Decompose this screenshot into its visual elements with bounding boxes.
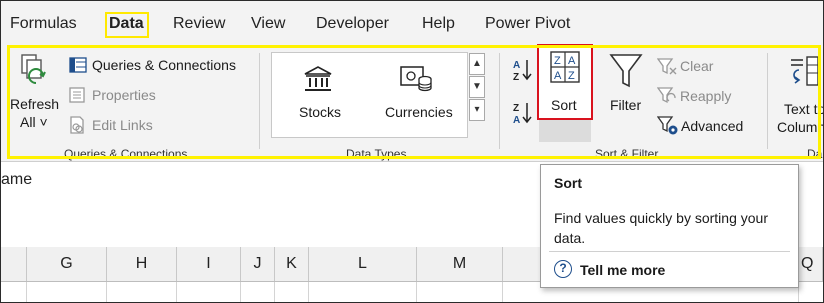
active-tab-highlight	[105, 12, 149, 38]
column-header-g[interactable]: G	[27, 247, 107, 281]
question-circle-icon: ?	[554, 260, 572, 278]
tab-view[interactable]: View	[251, 15, 285, 33]
svg-text:Z: Z	[554, 55, 561, 67]
sort-a-to-z-icon[interactable]: A Z	[512, 58, 532, 82]
column-header-l[interactable]: L	[309, 247, 417, 281]
reapply-button[interactable]: Reapply	[680, 88, 731, 104]
column-header-k[interactable]: K	[275, 247, 309, 281]
gallery-scroll-down[interactable]: ▼	[469, 76, 485, 98]
sort-z-to-a-icon[interactable]: Z A	[512, 101, 532, 127]
column-header-q[interactable]: Q	[799, 247, 823, 281]
ribbon-tab-bar: Formulas Data Review View Developer Help…	[1, 1, 823, 41]
tab-help[interactable]: Help	[422, 15, 455, 33]
grid-cell[interactable]	[417, 282, 503, 302]
properties-icon	[69, 87, 85, 103]
advanced-filter-icon	[657, 116, 678, 135]
currencies-button[interactable]: Currencies	[385, 104, 453, 120]
grid-cell[interactable]	[241, 282, 275, 302]
edit-links-icon	[70, 116, 84, 134]
tell-me-more-label[interactable]: Tell me more	[580, 262, 665, 278]
filter-button[interactable]: Filter	[610, 97, 641, 113]
sort-hover-highlight	[539, 120, 591, 142]
column-header-m[interactable]: M	[417, 247, 503, 281]
grid-cell[interactable]	[107, 282, 177, 302]
refresh-all-dropdown[interactable]: All ˅	[20, 114, 48, 130]
svg-text:A: A	[568, 55, 576, 67]
grid-cell[interactable]	[177, 282, 241, 302]
clear-button[interactable]: Clear	[680, 58, 713, 74]
svg-text:A: A	[513, 115, 520, 126]
tab-developer[interactable]: Developer	[316, 15, 389, 33]
advanced-button[interactable]: Advanced	[681, 118, 743, 134]
grid-cell[interactable]	[275, 282, 309, 302]
clear-filter-icon	[657, 58, 677, 75]
excel-window: Formulas Data Review View Developer Help…	[0, 0, 824, 303]
stocks-button[interactable]: Stocks	[299, 104, 341, 120]
filter-icon[interactable]	[609, 53, 643, 89]
tab-review[interactable]: Review	[173, 15, 225, 33]
tooltip-description: Find values quickly by sorting your data…	[554, 210, 768, 246]
currencies-icon[interactable]	[399, 63, 433, 93]
column-header-i[interactable]: I	[177, 247, 241, 281]
text-to-columns-label-2[interactable]: Column	[777, 119, 823, 135]
column-header-j[interactable]: J	[241, 247, 275, 281]
sort-icon: Z A A Z	[550, 51, 580, 83]
text-to-columns-label-1[interactable]: Text to	[784, 101, 823, 117]
queries-connections-button[interactable]: Queries & Connections	[92, 57, 236, 73]
gallery-more-button[interactable]: ▾	[469, 99, 485, 121]
edit-links-button[interactable]: Edit Links	[92, 117, 153, 133]
svg-text:Z: Z	[568, 70, 575, 82]
svg-text:A: A	[554, 70, 562, 82]
tab-formulas[interactable]: Formulas	[10, 15, 77, 33]
group-divider	[499, 53, 500, 149]
gallery-scroll-up[interactable]: ▲	[469, 53, 485, 75]
name-box-text[interactable]: ame	[1, 171, 32, 189]
group-label-data-tools: Da	[807, 147, 823, 161]
svg-text:A: A	[513, 60, 520, 71]
stocks-icon[interactable]	[303, 65, 333, 93]
queries-connections-icon	[69, 57, 87, 73]
sort-label: Sort	[551, 97, 577, 113]
group-label-sort-filter: Sort & Filter	[595, 147, 659, 161]
refresh-all-icon[interactable]	[19, 53, 49, 87]
reapply-icon	[657, 87, 676, 104]
tooltip-title: Sort	[554, 175, 582, 191]
grid-cell[interactable]	[27, 282, 107, 302]
tab-power-pivot[interactable]: Power Pivot	[485, 15, 570, 33]
grid-cell[interactable]	[1, 282, 27, 302]
group-divider	[259, 53, 260, 149]
grid-cell[interactable]	[309, 282, 417, 302]
tooltip-divider	[549, 251, 790, 252]
column-header-h[interactable]: H	[107, 247, 177, 281]
svg-text:Z: Z	[513, 72, 519, 82]
refresh-all-label[interactable]: Refresh	[10, 96, 59, 112]
column-header-partial[interactable]	[1, 247, 27, 281]
svg-text:Z: Z	[513, 103, 519, 114]
group-divider	[767, 53, 768, 149]
sort-tooltip: Sort Find values quickly by sorting your…	[540, 164, 799, 288]
tell-me-more-link[interactable]: ? Tell me more	[554, 260, 665, 278]
text-to-columns-icon[interactable]	[789, 55, 819, 89]
data-types-gallery	[271, 52, 468, 138]
group-label-data-types: Data Types	[346, 147, 407, 161]
properties-button[interactable]: Properties	[92, 87, 156, 103]
group-label-queries-connections: Queries & Connections	[64, 147, 188, 161]
